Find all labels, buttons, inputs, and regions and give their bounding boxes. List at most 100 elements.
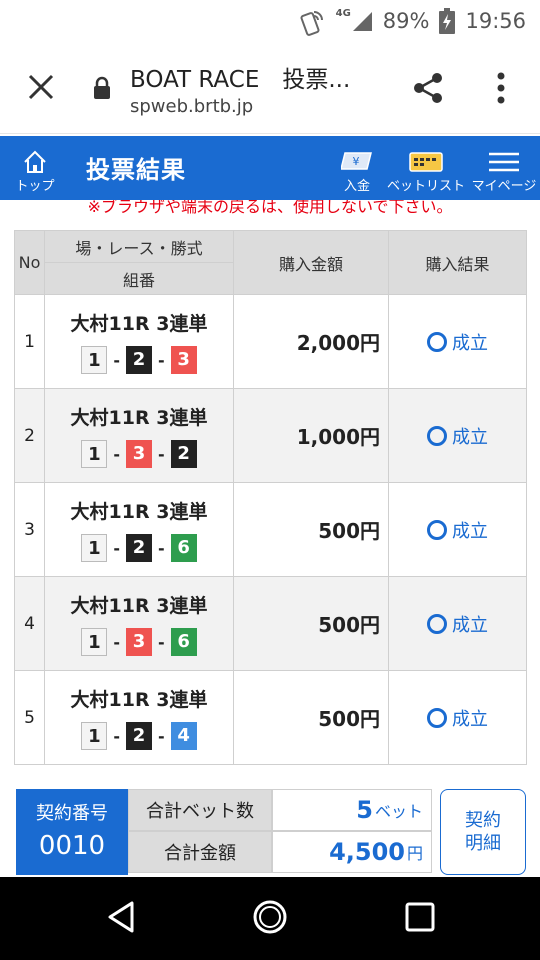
combo-separator: - (158, 538, 165, 558)
boat-number-2: 2 (126, 534, 152, 562)
race-combo-cell: 大村11R 3連単 1-2-6 (44, 482, 234, 577)
purchase-amount: 1,000円 (233, 388, 389, 483)
total-amount-unit: 円 (406, 844, 423, 863)
boat-number-1: 1 (81, 346, 108, 374)
deposit-button[interactable]: ¥ 入金 (332, 136, 382, 200)
battery-percent: 89% (382, 9, 430, 33)
lock-icon (94, 76, 110, 99)
my-page-button[interactable]: マイページ (470, 136, 538, 200)
table-row: 3 大村11R 3連単 1-2-6 500円 成立 (14, 482, 527, 577)
bet-no: 3 (14, 482, 45, 577)
status-bar: 4G 89% 19:56 (0, 0, 540, 42)
total-amount-label: 合計金額 (128, 831, 272, 873)
contract-number-box: 契約番号 0010 (16, 789, 128, 875)
boat-number-6: 6 (170, 628, 197, 656)
back-nav-icon[interactable] (104, 899, 140, 935)
combo-separator: - (158, 632, 165, 652)
contract-detail-label-1: 契約 (465, 810, 501, 831)
contract-number-label: 契約番号 (36, 803, 108, 824)
app-header: トップ 投票結果 ¥ 入金 ベットリスト マイページ (0, 136, 540, 200)
combo-separator: - (158, 726, 165, 746)
close-icon[interactable] (24, 70, 58, 104)
boat-number-3: 3 (126, 440, 152, 468)
race-name: 大村11R 3連単 (70, 595, 208, 617)
total-amount-row: 合計金額 4,500 円 (128, 831, 432, 873)
page-title: BOAT RACE 投票... (130, 67, 351, 93)
race-combo-cell: 大村11R 3連単 1-2-4 (44, 670, 234, 765)
purchase-result: 成立 (452, 426, 488, 448)
combination: 1-2-6 (45, 534, 233, 562)
svg-text:¥: ¥ (353, 155, 360, 168)
network-type: 4G (335, 7, 351, 19)
combo-separator: - (113, 538, 120, 558)
combo-separator: - (158, 444, 165, 464)
race-combo-cell: 大村11R 3連単 1-3-2 (44, 388, 234, 483)
combination: 1-3-2 (45, 440, 233, 468)
combo-separator: - (113, 726, 120, 746)
table-row: 4 大村11R 3連単 1-3-6 500円 成立 (14, 576, 527, 671)
purchase-result: 成立 (452, 614, 488, 636)
bet-count-row: 合計ベット数 5 ベット (128, 789, 432, 831)
home-nav-icon[interactable] (252, 899, 288, 935)
bet-no: 2 (14, 388, 45, 483)
url-host[interactable]: spweb.brtb.jp (130, 96, 253, 117)
boat-number-6: 6 (170, 534, 197, 562)
boat-number-2: 2 (126, 722, 152, 750)
combination: 1-2-4 (45, 722, 233, 750)
contract-number: 0010 (38, 831, 106, 861)
circle-ok-icon (427, 425, 447, 446)
home-icon (24, 150, 46, 173)
column-header-combo: 組番 (44, 262, 234, 295)
clock: 19:56 (465, 9, 526, 33)
boat-number-3: 3 (170, 346, 197, 374)
race-name: 大村11R 3連単 (70, 313, 208, 335)
purchase-result-cell: 成立 (388, 482, 527, 577)
combo-separator: - (158, 350, 165, 370)
boat-number-1: 1 (81, 628, 108, 656)
combo-separator: - (113, 632, 120, 652)
boat-number-2: 2 (170, 440, 197, 468)
purchase-amount: 500円 (233, 482, 389, 577)
bet-no: 1 (14, 294, 45, 389)
boat-number-3: 3 (126, 628, 152, 656)
recent-apps-icon[interactable] (402, 899, 438, 935)
bet-list-button[interactable]: ベットリスト (386, 136, 466, 200)
circle-ok-icon (427, 707, 447, 728)
purchase-amount: 2,000円 (233, 294, 389, 389)
bet-list-label: ベットリスト (386, 179, 465, 194)
purchase-result-cell: 成立 (388, 670, 527, 765)
total-amount-value: 4,500 (329, 838, 405, 866)
column-header-result: 購入結果 (388, 230, 527, 295)
bet-count-label: 合計ベット数 (128, 789, 272, 831)
column-header-amount: 購入金額 (233, 230, 389, 295)
browser-url-bar: BOAT RACE 投票... spweb.brtb.jp (0, 42, 540, 134)
purchase-result-cell: 成立 (388, 388, 527, 483)
race-name: 大村11R 3連単 (70, 689, 208, 711)
bet-ticket-icon (409, 152, 443, 172)
share-icon[interactable] (410, 70, 446, 106)
purchase-result-cell: 成立 (388, 576, 527, 671)
column-header-no: No (14, 230, 45, 295)
purchase-amount: 500円 (233, 576, 389, 671)
purchase-amount: 500円 (233, 670, 389, 765)
boat-number-1: 1 (81, 440, 108, 468)
circle-ok-icon (427, 331, 447, 352)
bet-no: 4 (14, 576, 45, 671)
header-title: 投票結果 (86, 156, 186, 184)
home-button[interactable]: トップ (10, 136, 60, 200)
table-row: 1 大村11R 3連単 1-2-3 2,000円 成立 (14, 294, 527, 389)
table-row: 2 大村11R 3連単 1-3-2 1,000円 成立 (14, 388, 527, 483)
contract-detail-button[interactable]: 契約 明細 (440, 789, 526, 875)
combination: 1-2-3 (45, 346, 233, 374)
android-nav-bar (0, 877, 540, 960)
battery-charging-icon (439, 8, 456, 34)
bet-no: 5 (14, 670, 45, 765)
my-page-label: マイページ (471, 179, 537, 194)
back-button-warning: ※ブラウザや端末の戻るは、使用しないで下さい。 (87, 200, 453, 216)
more-menu-icon[interactable] (488, 70, 514, 106)
table-row: 5 大村11R 3連単 1-2-4 500円 成立 (14, 670, 527, 765)
bet-count-unit: ベット (374, 802, 423, 821)
combination: 1-3-6 (45, 628, 233, 656)
contract-detail-label-2: 明細 (465, 833, 501, 854)
hamburger-menu-icon (489, 152, 519, 172)
